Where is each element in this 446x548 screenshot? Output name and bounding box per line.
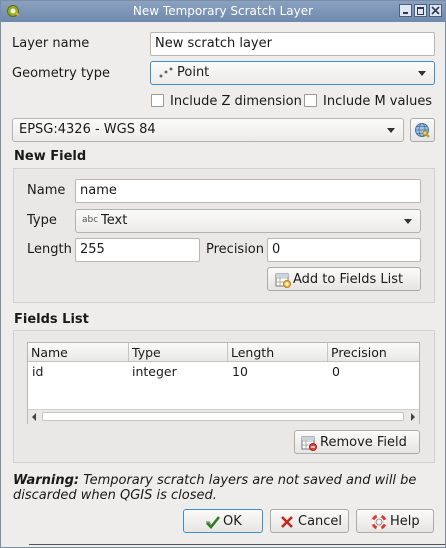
length-label: Length (27, 242, 72, 257)
geometry-type-label: Geometry type (12, 66, 110, 81)
include-z-label: Include Z dimension (170, 94, 302, 109)
horizontal-scrollbar[interactable] (28, 409, 419, 424)
scroll-right-icon[interactable] (411, 413, 415, 421)
bottom-divider (29, 544, 445, 545)
crs-selector-button[interactable] (410, 118, 435, 142)
help-lifebuoy-icon (371, 514, 387, 530)
maximize-button[interactable] (414, 4, 427, 17)
layer-name-input[interactable]: New scratch layer (150, 32, 435, 56)
warning-message: Warning: Temporary scratch layers are no… (13, 473, 433, 503)
fields-table-header: Name Type Length Precision (28, 343, 419, 362)
cell-type: integer (132, 364, 177, 379)
column-header-name[interactable]: Name (31, 345, 68, 360)
fields-table[interactable]: Name Type Length Precision id integer 10… (27, 342, 420, 424)
chevron-down-icon (404, 219, 412, 224)
field-name-label: Name (27, 183, 66, 198)
field-type-label: Type (27, 213, 57, 228)
add-to-fields-list-button[interactable]: Add to Fields List (267, 267, 421, 291)
field-type-select[interactable]: abc Text (75, 209, 421, 233)
globe-icon (415, 123, 430, 138)
add-field-icon (275, 273, 291, 288)
geometry-type-select[interactable]: Point (150, 61, 435, 85)
column-header-length[interactable]: Length (231, 345, 274, 360)
minimize-button[interactable] (399, 4, 412, 17)
warning-label: Warning: (13, 473, 80, 488)
remove-field-icon (301, 436, 317, 451)
close-icon (431, 6, 440, 15)
fields-list-title: Fields List (14, 312, 89, 327)
include-z-checkbox[interactable] (151, 94, 164, 107)
cancel-button[interactable]: Cancel (270, 509, 349, 533)
column-header-precision[interactable]: Precision (331, 345, 387, 360)
scrollbar-thumb[interactable] (42, 412, 404, 421)
scroll-left-icon[interactable] (32, 413, 36, 421)
help-label: Help (390, 514, 420, 529)
new-field-title: New Field (14, 149, 87, 164)
text-type-icon: abc (82, 215, 99, 225)
column-separator (227, 343, 228, 361)
cancel-x-icon (281, 516, 293, 528)
ok-check-icon (206, 516, 221, 529)
scratch-layer-dialog: New Temporary Scratch Layer Layer name N… (0, 0, 446, 548)
include-m-label: Include M values (323, 94, 433, 109)
close-button[interactable] (429, 4, 442, 17)
chevron-down-icon (387, 128, 395, 133)
field-name-input[interactable]: name (75, 179, 421, 203)
column-separator (327, 343, 328, 361)
point-geometry-icon (159, 67, 173, 78)
ok-label: OK (223, 514, 242, 529)
column-separator (128, 343, 129, 361)
remove-field-label: Remove Field (320, 435, 407, 450)
precision-input[interactable]: 0 (267, 238, 421, 262)
layer-name-label: Layer name (12, 36, 90, 51)
remove-field-button[interactable]: Remove Field (294, 430, 420, 454)
precision-label: Precision (206, 242, 265, 257)
window-title: New Temporary Scratch Layer (132, 4, 314, 18)
add-to-fields-list-label: Add to Fields List (293, 272, 404, 287)
geometry-type-value: Point (177, 65, 210, 80)
crs-value: EPSG:4326 - WGS 84 (19, 122, 156, 137)
chevron-down-icon (418, 71, 426, 76)
cell-precision: 0 (332, 364, 340, 379)
crs-select[interactable]: EPSG:4326 - WGS 84 (12, 118, 404, 142)
cell-name: id (32, 364, 44, 379)
include-m-checkbox[interactable] (304, 94, 317, 107)
field-type-value: Text (101, 213, 128, 228)
ok-button[interactable]: OK (183, 509, 263, 533)
column-header-type[interactable]: Type (132, 345, 161, 360)
length-input[interactable]: 255 (75, 238, 200, 262)
title-bar[interactable]: New Temporary Scratch Layer (1, 1, 445, 22)
cancel-label: Cancel (298, 514, 343, 529)
cell-length: 10 (232, 364, 248, 379)
help-button[interactable]: Help (356, 509, 434, 533)
new-field-group: Name name Type abc Text Length 255 Preci… (13, 168, 435, 303)
